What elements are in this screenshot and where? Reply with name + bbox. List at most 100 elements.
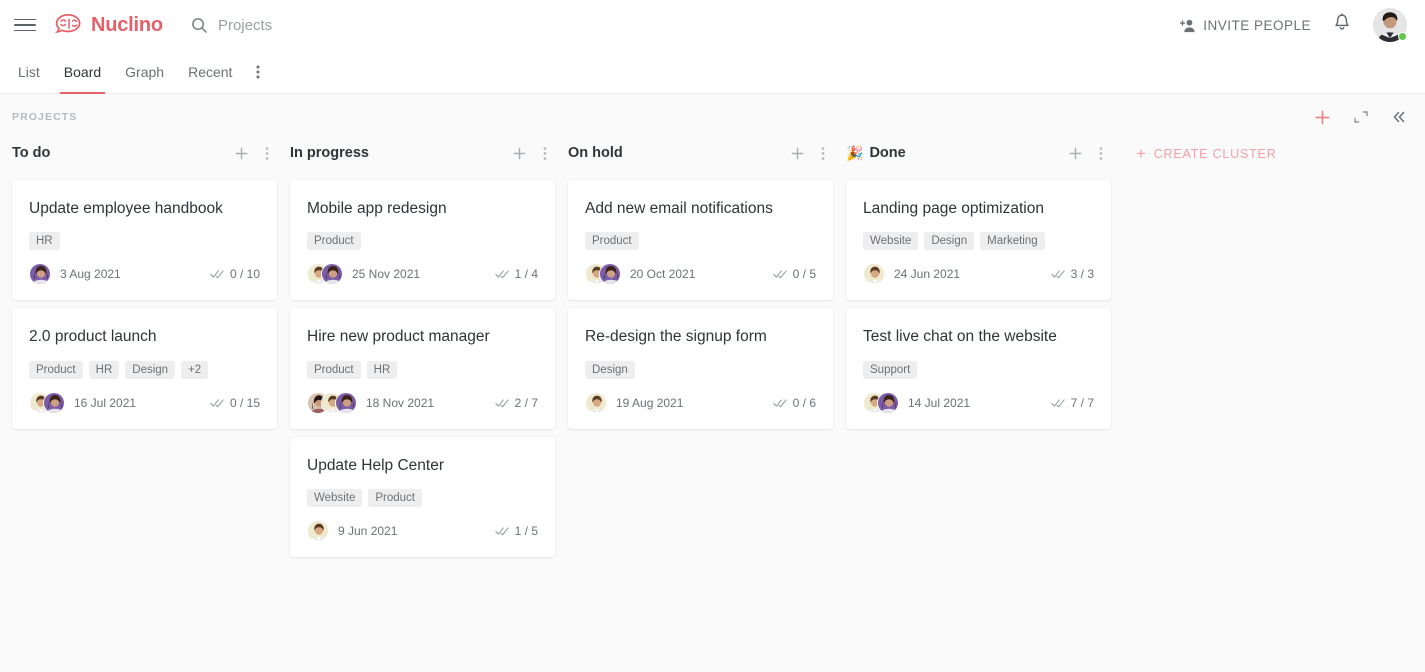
column-title: To do bbox=[12, 145, 51, 161]
board-card[interactable]: Hire new product manager Product HR 18 No… bbox=[290, 308, 555, 429]
card-tag[interactable]: Product bbox=[585, 232, 639, 251]
board-card[interactable]: Landing page optimization Website Design M… bbox=[846, 180, 1111, 301]
column-add-card-button[interactable] bbox=[790, 146, 805, 161]
card-tag[interactable]: Product bbox=[307, 360, 361, 379]
tab-recent[interactable]: Recent bbox=[176, 50, 244, 94]
column-header: 🎉 Done bbox=[846, 136, 1111, 170]
board-card[interactable]: Update employee handbook HR 3 Aug 2021 0… bbox=[12, 180, 277, 301]
search-input[interactable]: Projects bbox=[191, 17, 272, 34]
board-header: PROJECTS bbox=[0, 94, 1425, 128]
card-tags: Support bbox=[863, 360, 1094, 379]
column-emoji-icon: 🎉 bbox=[846, 144, 864, 161]
card-title: Mobile app redesign bbox=[307, 200, 447, 217]
card-avatar[interactable] bbox=[321, 263, 343, 286]
invite-people-button[interactable]: INVITE PEOPLE bbox=[1180, 18, 1311, 33]
card-avatar[interactable] bbox=[43, 391, 65, 414]
card-avatar[interactable] bbox=[29, 263, 51, 286]
card-tag[interactable]: +2 bbox=[181, 360, 209, 379]
board-card[interactable]: Add new email notifications Product 20 O… bbox=[568, 180, 833, 301]
tab-board[interactable]: Board bbox=[52, 50, 113, 94]
card-date: 24 Jun 2021 bbox=[894, 267, 961, 282]
card-tag[interactable]: Design bbox=[924, 232, 975, 251]
hamburger-line bbox=[14, 29, 36, 32]
card-tag[interactable]: Design bbox=[125, 360, 176, 379]
nuclino-brain-icon bbox=[54, 13, 81, 33]
collapse-corners-icon bbox=[1354, 111, 1368, 123]
hamburger-menu-icon[interactable] bbox=[14, 14, 36, 36]
more-vertical-icon bbox=[256, 65, 260, 78]
column-header: In progress bbox=[290, 136, 555, 170]
card-tag[interactable]: HR bbox=[88, 360, 120, 379]
more-vertical-icon bbox=[1099, 146, 1103, 160]
card-tag[interactable]: Marketing bbox=[980, 232, 1045, 251]
plus-icon: + bbox=[1136, 144, 1147, 163]
avatar[interactable] bbox=[1373, 8, 1407, 42]
card-task-count-label: 1 / 4 bbox=[514, 267, 538, 282]
collapse-board-icon[interactable] bbox=[1353, 109, 1369, 125]
plus-icon bbox=[1315, 110, 1330, 124]
board-columns: To do Update employee handbook HR 3 Aug … bbox=[0, 128, 1425, 558]
more-vertical-icon bbox=[821, 146, 825, 160]
board-card[interactable]: Update Help Center Website Product 9 Jun … bbox=[290, 436, 555, 558]
add-person-icon bbox=[1180, 19, 1195, 32]
board-card[interactable]: 2.0 product launch Product HR Design +2 16 … bbox=[12, 308, 277, 429]
card-avatars bbox=[863, 263, 885, 286]
column-more-button[interactable] bbox=[543, 146, 547, 161]
card-tag[interactable]: Product bbox=[29, 360, 83, 379]
add-cluster-icon[interactable] bbox=[1314, 109, 1331, 126]
card-avatar[interactable] bbox=[585, 391, 607, 414]
board-card[interactable]: Test live chat on the website Support 14… bbox=[846, 308, 1111, 429]
double-check-icon bbox=[1050, 270, 1065, 279]
card-avatar[interactable] bbox=[877, 391, 899, 414]
avatar-photo-icon bbox=[44, 392, 64, 413]
card-tag[interactable]: Website bbox=[307, 489, 363, 508]
card-avatar[interactable] bbox=[863, 263, 885, 286]
card-avatar[interactable] bbox=[599, 263, 621, 286]
double-check-icon bbox=[1050, 399, 1065, 408]
plus-icon bbox=[235, 147, 248, 159]
card-tag[interactable]: Support bbox=[863, 360, 918, 379]
chevrons-left-icon[interactable] bbox=[1391, 109, 1407, 125]
column-more-button[interactable] bbox=[821, 146, 825, 161]
tab-graph[interactable]: Graph bbox=[113, 50, 176, 94]
board-card[interactable]: Re-design the signup form Design 19 Aug … bbox=[568, 308, 833, 429]
card-avatars bbox=[29, 263, 51, 286]
card-task-count: 2 / 7 bbox=[494, 396, 538, 410]
brand-logo-link[interactable]: Nuclino bbox=[54, 13, 163, 37]
card-title: Update employee handbook bbox=[29, 200, 223, 217]
more-vertical-icon bbox=[265, 146, 269, 160]
column-more-button[interactable] bbox=[1099, 146, 1103, 161]
tab-list[interactable]: List bbox=[18, 50, 52, 94]
board-area: PROJECTS To do Update employee handbook … bbox=[0, 94, 1425, 672]
column-more-button[interactable] bbox=[265, 146, 269, 161]
card-date: 14 Jul 2021 bbox=[908, 395, 971, 410]
card-task-count-label: 0 / 15 bbox=[229, 395, 260, 410]
column-add-card-button[interactable] bbox=[234, 146, 249, 161]
create-cluster-label: CREATE CLUSTER bbox=[1153, 146, 1277, 161]
board-card[interactable]: Mobile app redesign Product 25 Nov 2021 … bbox=[290, 180, 555, 301]
card-tag[interactable]: Product bbox=[307, 232, 361, 251]
card-tag[interactable]: Product bbox=[368, 489, 422, 508]
double-chevron-left-icon bbox=[1393, 111, 1405, 123]
double-check-icon bbox=[494, 270, 509, 279]
card-tags: HR bbox=[29, 232, 260, 251]
column-cards: Mobile app redesign Product 25 Nov 2021 … bbox=[290, 180, 555, 558]
card-title: 2.0 product launch bbox=[29, 328, 157, 346]
card-footer: 16 Jul 2021 0 / 15 bbox=[29, 391, 260, 414]
avatar-photo-icon bbox=[878, 392, 898, 413]
card-tag[interactable]: Website bbox=[863, 232, 919, 251]
card-tag[interactable]: Design bbox=[585, 360, 635, 379]
card-tag[interactable]: HR bbox=[366, 360, 398, 379]
board-title: PROJECTS bbox=[12, 111, 78, 123]
tabs-more-button[interactable] bbox=[244, 50, 272, 94]
column-add-card-button[interactable] bbox=[512, 146, 527, 161]
notifications-button[interactable] bbox=[1333, 13, 1351, 37]
card-tag[interactable]: HR bbox=[29, 232, 60, 251]
card-avatar[interactable] bbox=[335, 391, 357, 414]
invite-people-label: INVITE PEOPLE bbox=[1203, 17, 1311, 33]
card-tags: Product HR bbox=[307, 360, 538, 379]
create-cluster-button[interactable]: + CREATE CLUSTER bbox=[1136, 145, 1277, 162]
column-add-card-button[interactable] bbox=[1068, 146, 1083, 161]
card-avatar[interactable] bbox=[307, 520, 329, 543]
top-bar-actions: INVITE PEOPLE bbox=[1180, 8, 1407, 42]
